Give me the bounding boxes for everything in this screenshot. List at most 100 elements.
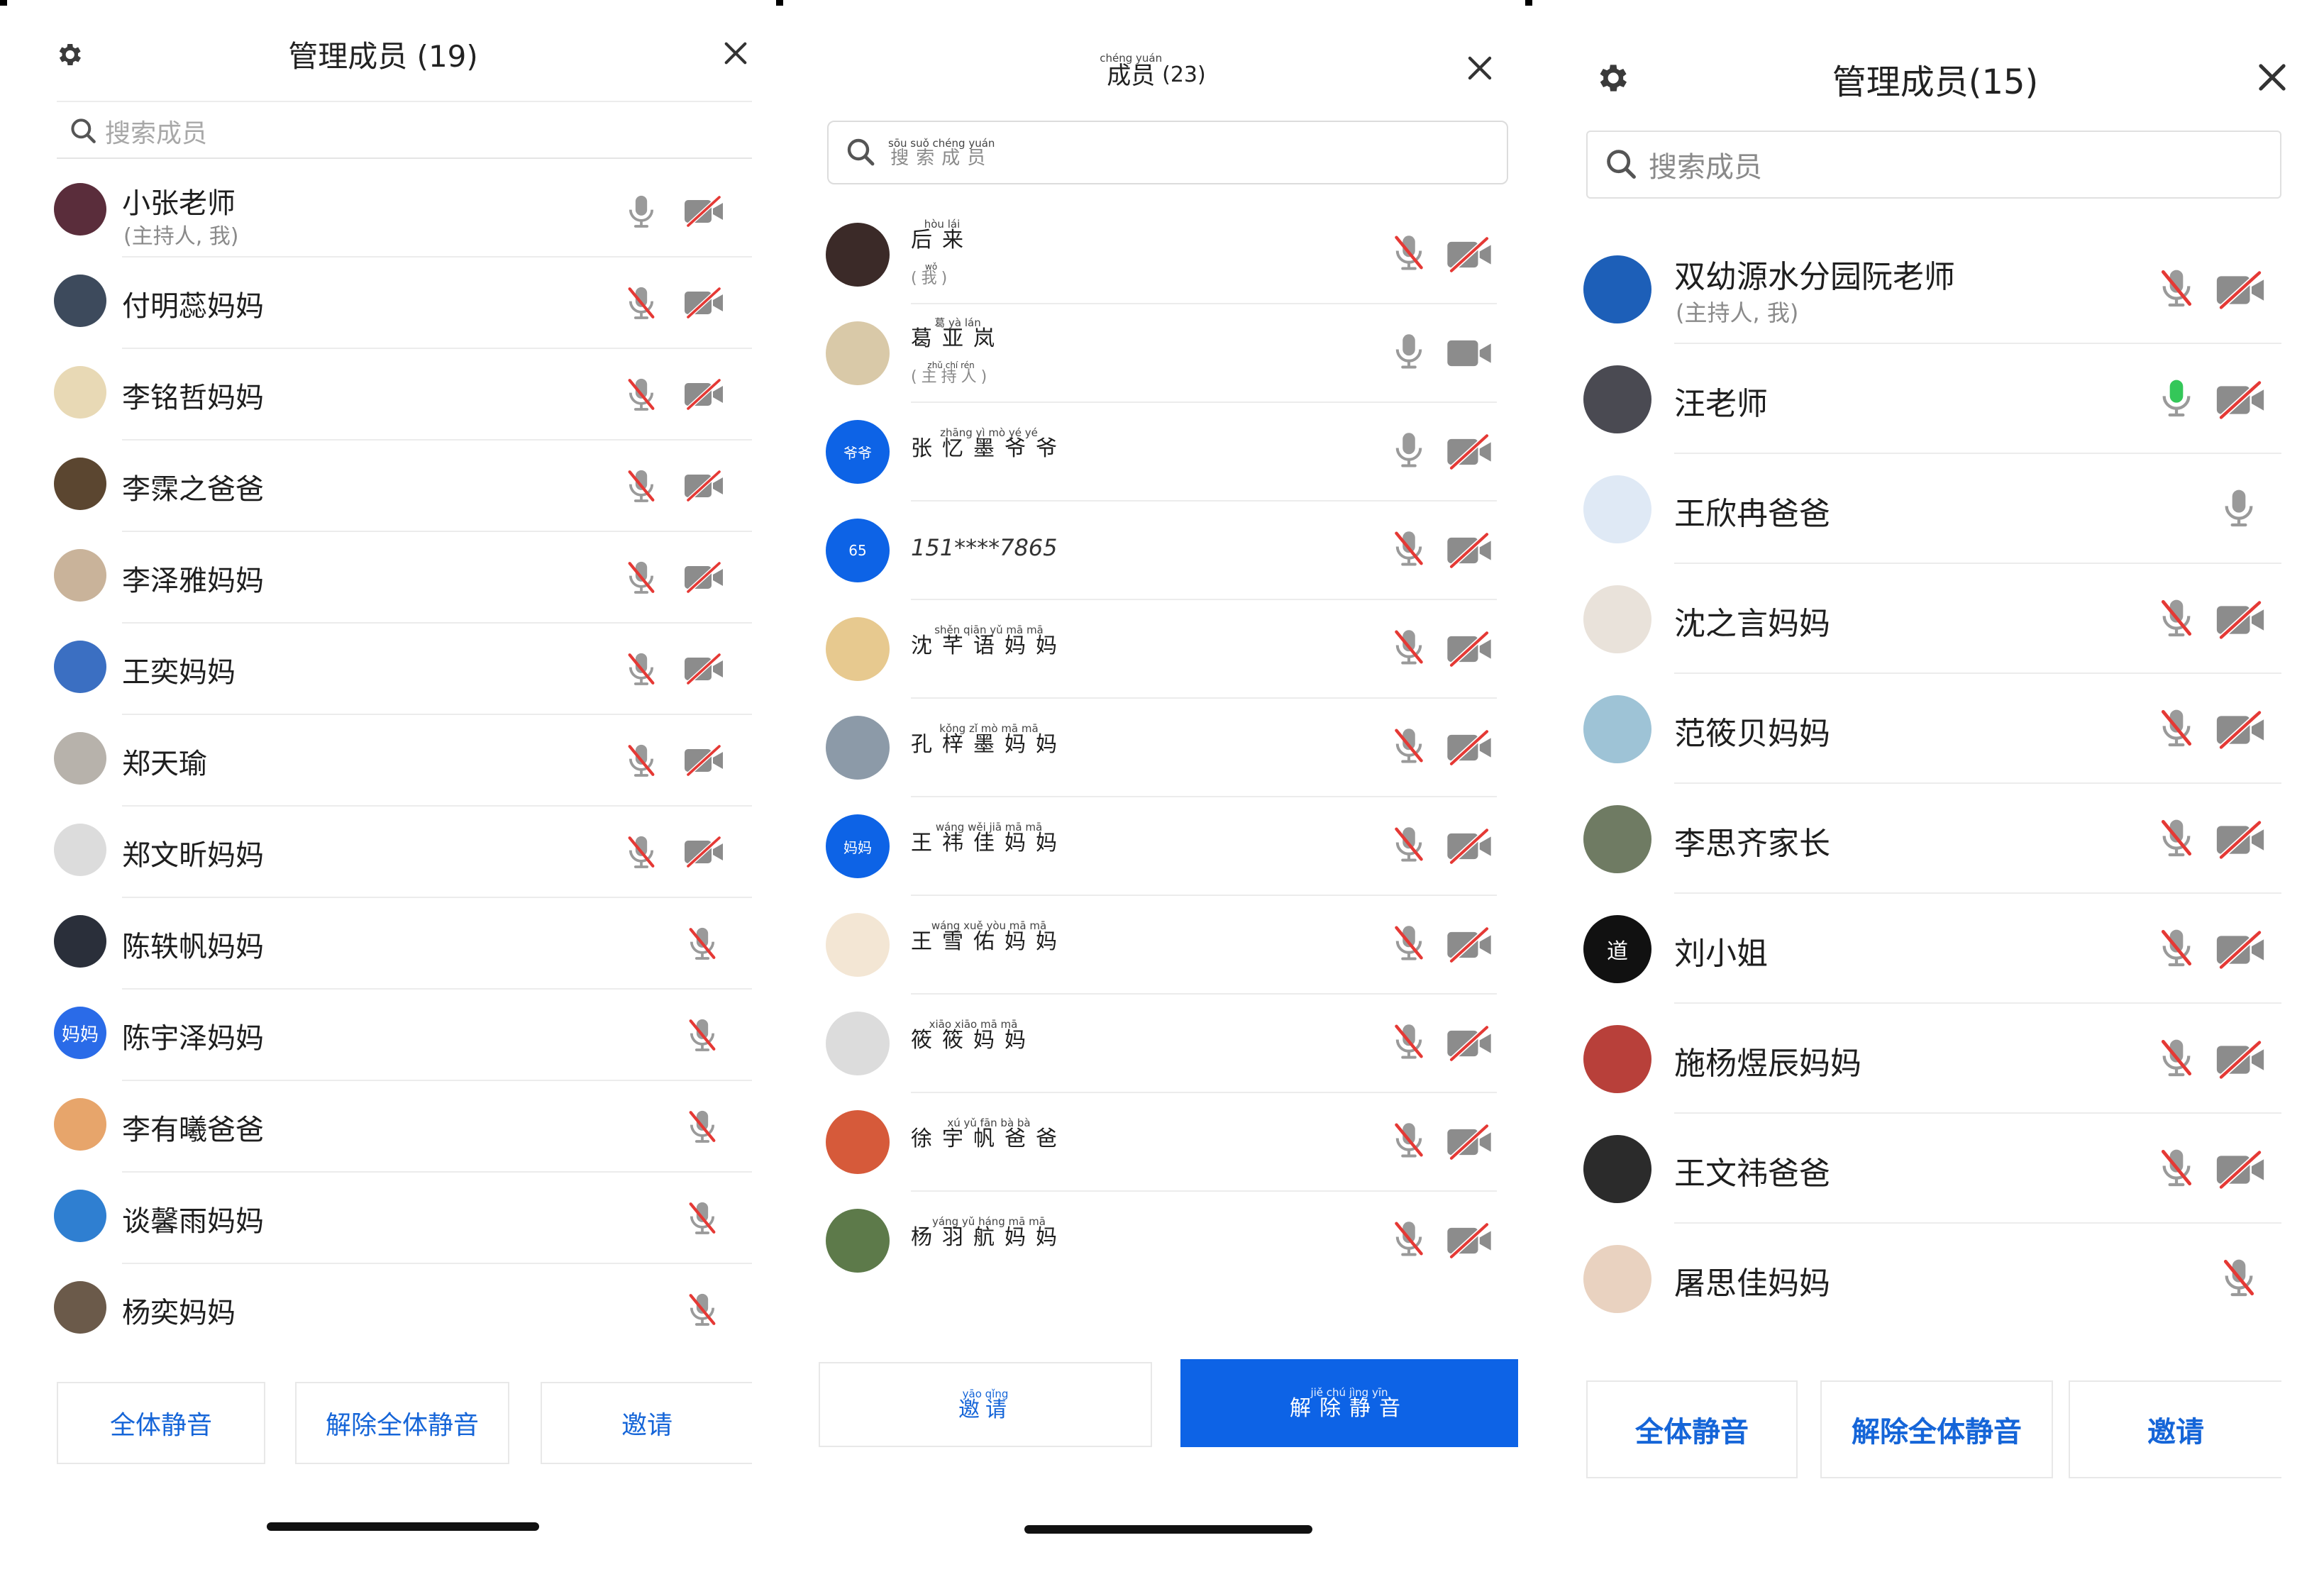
mic-icon[interactable] [1388,231,1430,277]
member-row[interactable]: 杨奕妈妈 [0,1264,766,1356]
mic-icon[interactable] [621,192,661,234]
mic-icon[interactable] [1388,626,1430,671]
member-row[interactable]: hòu lái 后来 wǒ (我) [773,206,1532,304]
camera-icon[interactable] [1444,336,1494,374]
camera-off-icon[interactable] [1444,926,1494,965]
member-row[interactable]: xú yǔ fān bà bà 徐宇帆爸爸 [773,1093,1532,1192]
camera-off-icon[interactable] [2213,1040,2267,1082]
camera-off-icon[interactable] [1444,828,1494,867]
camera-off-icon[interactable] [1444,1124,1494,1163]
member-row[interactable]: shěn qiān yǔ mā mā 沈芊语妈妈 [773,600,1532,699]
member-row[interactable]: 郑天瑜 [0,715,766,807]
mic-icon[interactable] [1388,724,1430,770]
camera-off-icon[interactable] [682,836,725,870]
mic-icon[interactable] [2154,375,2199,423]
camera-off-icon[interactable] [2213,930,2267,972]
mic-icon[interactable] [621,832,661,875]
invite-button[interactable]: 邀请 [541,1382,752,1464]
mic-icon[interactable] [621,649,661,692]
mute-all-button[interactable]: 全体静音 [1586,1380,1798,1478]
member-row[interactable]: 爷爷 zhāng yì mò yé yé 张忆墨爷爷 [773,403,1532,502]
member-row[interactable]: 陈轶帆妈妈 [0,898,766,990]
mic-icon[interactable] [621,558,661,600]
member-row[interactable]: 道 刘小姐 [1546,894,2324,1004]
mic-icon[interactable] [1388,428,1430,474]
member-row[interactable]: 郑文昕妈妈 [0,807,766,898]
mic-icon[interactable] [682,1107,722,1149]
mute-all-button[interactable]: 全体静音 [57,1382,265,1464]
camera-off-icon[interactable] [682,378,725,413]
mic-icon[interactable] [2154,705,2199,753]
camera-off-icon[interactable] [2213,710,2267,752]
member-row[interactable]: 施杨煜辰妈妈 [1546,1004,2324,1114]
camera-off-icon[interactable] [1444,631,1494,670]
camera-off-icon[interactable] [682,287,725,321]
member-row[interactable]: 李霂之爸爸 [0,441,766,532]
invite-button[interactable]: 邀请 [2069,1380,2281,1478]
mic-icon[interactable] [621,741,661,783]
member-row[interactable]: yáng yǔ háng mā mā 杨羽航妈妈 [773,1192,1532,1290]
member-row[interactable]: 范筱贝妈妈 [1546,674,2324,784]
camera-off-icon[interactable] [1444,1025,1494,1064]
member-row[interactable]: 屠思佳妈妈 [1546,1224,2324,1334]
camera-off-icon[interactable] [1444,433,1494,472]
member-row[interactable]: wáng xuě yòu mā mā 王雪佑妈妈 [773,896,1532,995]
mic-icon[interactable] [1388,1119,1430,1164]
camera-off-icon[interactable] [682,195,725,230]
unmute-all-button[interactable]: 解除全体静音 [1820,1380,2053,1478]
camera-off-icon[interactable] [1444,1222,1494,1261]
mic-icon[interactable] [1388,921,1430,967]
member-row[interactable]: 沈之言妈妈 [1546,564,2324,674]
mic-icon[interactable] [621,466,661,509]
camera-off-icon[interactable] [682,470,725,504]
member-row[interactable]: 李思齐家长 [1546,784,2324,894]
mic-icon[interactable] [682,1015,722,1058]
mic-icon[interactable] [1388,1217,1430,1263]
camera-off-icon[interactable] [682,653,725,687]
mic-icon[interactable] [2216,485,2262,533]
unmute-button[interactable]: jiě chú jìng yīn 解除静音 [1180,1359,1518,1447]
member-row[interactable]: 汪老师 [1546,344,2324,454]
mic-icon[interactable] [1388,823,1430,868]
member-row[interactable]: kǒng zǐ mò mā mā 孔梓墨妈妈 [773,699,1532,797]
member-row[interactable]: xiāo xiāo mā mā 筱筱妈妈 [773,995,1532,1093]
member-row[interactable]: 葛 yà lán 葛亚岚 zhǔ chí rén (主持人) [773,304,1532,403]
member-row[interactable]: 付明蕊妈妈 [0,258,766,349]
invite-button[interactable]: yāo qǐng 邀请 [819,1362,1152,1447]
camera-off-icon[interactable] [682,744,725,779]
camera-off-icon[interactable] [682,561,725,596]
member-row[interactable]: 谈馨雨妈妈 [0,1173,766,1264]
member-row[interactable]: 妈妈 wáng wěi jiā mā mā 王祎佳妈妈 [773,797,1532,896]
member-row[interactable]: 王文祎爸爸 [1546,1114,2324,1224]
mic-icon[interactable] [2154,1145,2199,1193]
mic-icon[interactable] [2216,1255,2262,1303]
member-row[interactable]: 李铭哲妈妈 [0,349,766,441]
camera-off-icon[interactable] [2213,1150,2267,1192]
member-row[interactable]: 65 151****7865 [773,502,1532,600]
camera-off-icon[interactable] [1444,236,1494,275]
mic-icon[interactable] [1388,527,1430,572]
member-row[interactable]: 李有曦爸爸 [0,1081,766,1173]
member-row[interactable]: 小张老师 (主持人, 我) [0,166,766,258]
camera-off-icon[interactable] [2213,270,2267,312]
mic-icon[interactable] [621,283,661,326]
member-row[interactable]: 王欣冉爸爸 [1546,454,2324,564]
mic-icon[interactable] [2154,1035,2199,1083]
camera-off-icon[interactable] [1444,729,1494,768]
mic-icon[interactable] [2154,815,2199,863]
mic-icon[interactable] [2154,595,2199,643]
member-row[interactable]: 双幼源水分园阮老师 (主持人, 我) [1546,234,2324,344]
camera-off-icon[interactable] [2213,600,2267,642]
member-row[interactable]: 妈妈 陈宇泽妈妈 [0,990,766,1081]
camera-off-icon[interactable] [2213,820,2267,862]
mic-icon[interactable] [1388,330,1430,375]
unmute-all-button[interactable]: 解除全体静音 [295,1382,509,1464]
member-row[interactable]: 李泽雅妈妈 [0,532,766,624]
camera-off-icon[interactable] [1444,532,1494,571]
mic-icon[interactable] [1388,1020,1430,1065]
mic-icon[interactable] [621,375,661,417]
mic-icon[interactable] [2154,265,2199,314]
mic-icon[interactable] [682,1290,722,1332]
member-row[interactable]: 王奕妈妈 [0,624,766,715]
camera-off-icon[interactable] [2213,380,2267,422]
